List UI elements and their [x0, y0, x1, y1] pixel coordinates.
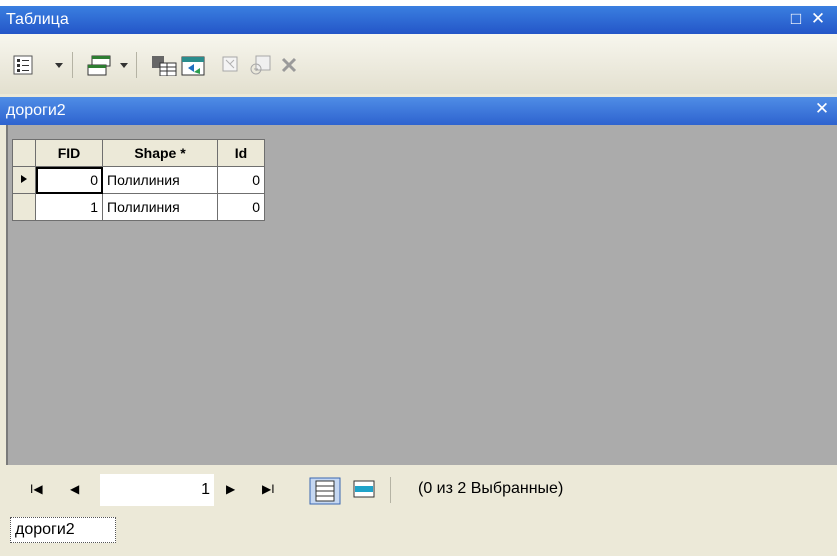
related-tables-icon[interactable] [86, 54, 114, 76]
record-navigation-bar: I◀ ◀ 1 ▶ ▶I (0 из 2 Выбранные) [6, 465, 837, 515]
last-record-button[interactable]: ▶I [262, 482, 275, 496]
nav-separator [390, 477, 391, 503]
cell-fid[interactable]: 1 [35, 193, 103, 221]
cell-shape[interactable]: Полилиния [102, 193, 218, 221]
cell-id[interactable]: 0 [217, 193, 265, 221]
delete-selected-icon[interactable] [278, 54, 300, 76]
first-record-button[interactable]: I◀ [30, 482, 43, 496]
show-selected-records-icon[interactable] [349, 477, 381, 505]
window-titlebar: Таблица □ ✕ [0, 6, 837, 34]
cell-id[interactable]: 0 [217, 166, 265, 194]
corner-header-cell[interactable] [12, 139, 36, 167]
current-row-arrow-icon [21, 174, 27, 183]
selection-status: (0 из 2 Выбранные) [418, 480, 564, 497]
switch-selection-icon[interactable] [180, 54, 208, 76]
column-header-shape[interactable]: Shape * [102, 139, 218, 167]
clear-selection-icon[interactable] [220, 54, 244, 76]
cell-fid[interactable]: 0 [35, 166, 103, 194]
current-record-field[interactable]: 1 [100, 474, 214, 506]
table-tab-panel-header: дороги2 ✕ [0, 97, 837, 125]
table-grid-area: FID Shape * Id 0 Полилиния 0 1 Полилиния… [6, 125, 837, 465]
select-by-attributes-icon[interactable] [150, 54, 178, 76]
column-header-id[interactable]: Id [217, 139, 265, 167]
column-header-fid[interactable]: FID [35, 139, 103, 167]
table-row[interactable]: 0 Полилиния 0 [12, 166, 265, 194]
related-tables-dropdown-icon[interactable] [120, 63, 128, 68]
toolbar-separator [72, 52, 73, 78]
table-tab[interactable]: дороги2 [10, 517, 116, 543]
window-title: Таблица [6, 11, 69, 28]
table-options-icon[interactable] [12, 54, 36, 76]
table-options-dropdown-icon[interactable] [55, 63, 63, 68]
toolbar-separator [136, 52, 137, 78]
close-window-button[interactable]: ✕ [808, 9, 828, 29]
table-row[interactable]: 1 Полилиния 0 [12, 193, 265, 221]
restore-button[interactable]: □ [786, 9, 806, 29]
table-header-row: FID Shape * Id [12, 139, 265, 167]
table-panel-title: дороги2 [6, 102, 66, 119]
toolbar [0, 34, 837, 94]
close-table-button[interactable]: ✕ [812, 99, 832, 119]
bottom-tab-bar: дороги2 [0, 515, 837, 556]
previous-record-button[interactable]: ◀ [70, 482, 79, 496]
row-selector[interactable] [12, 193, 36, 221]
row-selector[interactable] [12, 166, 36, 194]
zoom-to-selected-icon[interactable] [248, 54, 274, 76]
cell-shape[interactable]: Полилиния [102, 166, 218, 194]
attribute-table: FID Shape * Id 0 Полилиния 0 1 Полилиния… [12, 139, 265, 221]
show-all-records-icon[interactable] [309, 477, 341, 505]
next-record-button[interactable]: ▶ [226, 482, 235, 496]
